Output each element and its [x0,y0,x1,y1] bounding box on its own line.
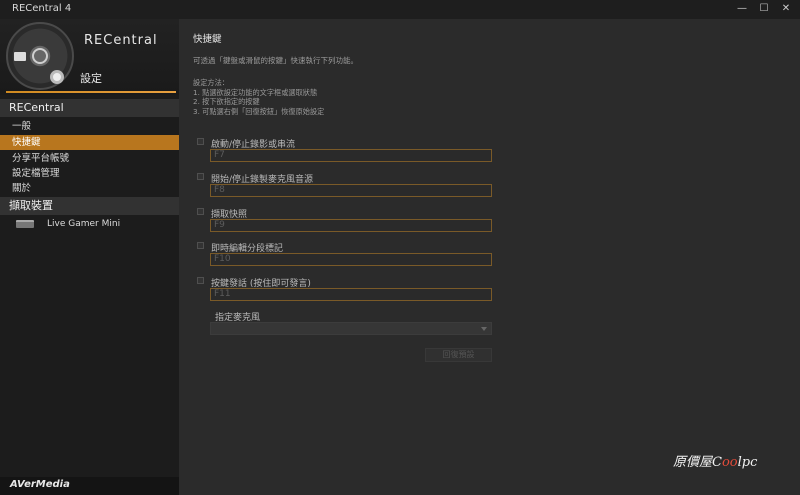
sidebar: RECentral 設定 RECentral 一般 快捷鍵 分享平台帳號 設定檔… [0,19,179,495]
hotkey-settings-panel: 快捷鍵 可透過「鍵盤或滑鼠的按鍵」快速執行下列功能。 設定方法： 1. 點選欲設… [179,19,800,495]
close-icon[interactable]: ✕ [778,2,794,16]
capture-device-icon [16,220,34,228]
record-stream-hotkey-field[interactable]: F7 [210,149,492,162]
page-title: 設定 [80,72,102,85]
snapshot-checkbox[interactable] [197,208,204,215]
instruction-step: 1. 點選欲設定功能的文字框或選取狀態 [193,87,318,97]
instruction-step: 2. 按下欲指定的按鍵 [193,97,260,106]
chevron-down-icon [481,327,487,331]
panel-heading: 快捷鍵 [193,34,222,45]
brand-name: RECentral [84,33,158,48]
segment-marker-hotkey-field[interactable]: F10 [210,253,492,266]
device-label: Live Gamer Mini [47,219,121,229]
maximize-icon[interactable]: ☐ [756,2,772,16]
watermark: 原價屋Coolpc [673,451,757,470]
sidebar-footer: AVerMedia [0,477,179,495]
instruction-step: 3. 可點選右側「回復按鈕」恢復原始設定 [193,106,325,116]
watermark-suffix: lpc [737,455,758,470]
sidebar-item-general[interactable]: 一般 [0,119,179,134]
snapshot-hotkey-field[interactable]: F9 [210,219,492,232]
setup-instructions: 設定方法： 1. 點選欲設定功能的文字框或選取狀態 2. 按下欲指定的按鍵 3.… [193,78,324,116]
restore-default-button[interactable]: 回復預設 [425,348,492,362]
window-title: RECentral 4 [12,3,72,14]
record-stream-checkbox[interactable] [197,138,204,145]
app-window: RECentral 4 — ☐ ✕ RECentral 設定 RECentral… [0,0,800,495]
mic-record-hotkey-field[interactable]: F8 [210,184,492,197]
gear-icon [50,70,64,84]
panel-description: 可透過「鍵盤或滑鼠的按鍵」快速執行下列功能。 [193,56,358,65]
section-recentral: RECentral [0,99,179,117]
brand-header: RECentral 設定 [0,19,179,95]
sidebar-item-about[interactable]: 關於 [0,181,179,196]
sidebar-item-profile-management[interactable]: 設定檔管理 [0,166,179,181]
mic-record-checkbox[interactable] [197,173,204,180]
watermark-c: C [712,455,722,470]
brand-divider [6,91,176,93]
title-bar: RECentral 4 — ☐ ✕ [0,0,800,20]
segment-marker-checkbox[interactable] [197,242,204,249]
sidebar-item-hotkeys[interactable]: 快捷鍵 [0,135,179,150]
sidebar-item-sharing-accounts[interactable]: 分享平台帳號 [0,151,179,166]
recentral-logo-icon [6,22,74,90]
microphone-select[interactable] [210,322,492,335]
push-to-talk-checkbox[interactable] [197,277,204,284]
section-capture-devices: 擷取裝置 [0,197,179,215]
instructions-title: 設定方法： [193,78,229,87]
device-item-live-gamer-mini[interactable]: Live Gamer Mini [0,217,179,232]
push-to-talk-hotkey-field[interactable]: F11 [210,288,492,301]
watermark-prefix: 原價屋 [673,455,713,470]
watermark-oo: oo [721,455,738,470]
aperture-icon [32,48,48,64]
avermedia-logo: AVerMedia [10,479,70,490]
folder-icon [14,52,26,61]
minimize-icon[interactable]: — [734,2,750,16]
